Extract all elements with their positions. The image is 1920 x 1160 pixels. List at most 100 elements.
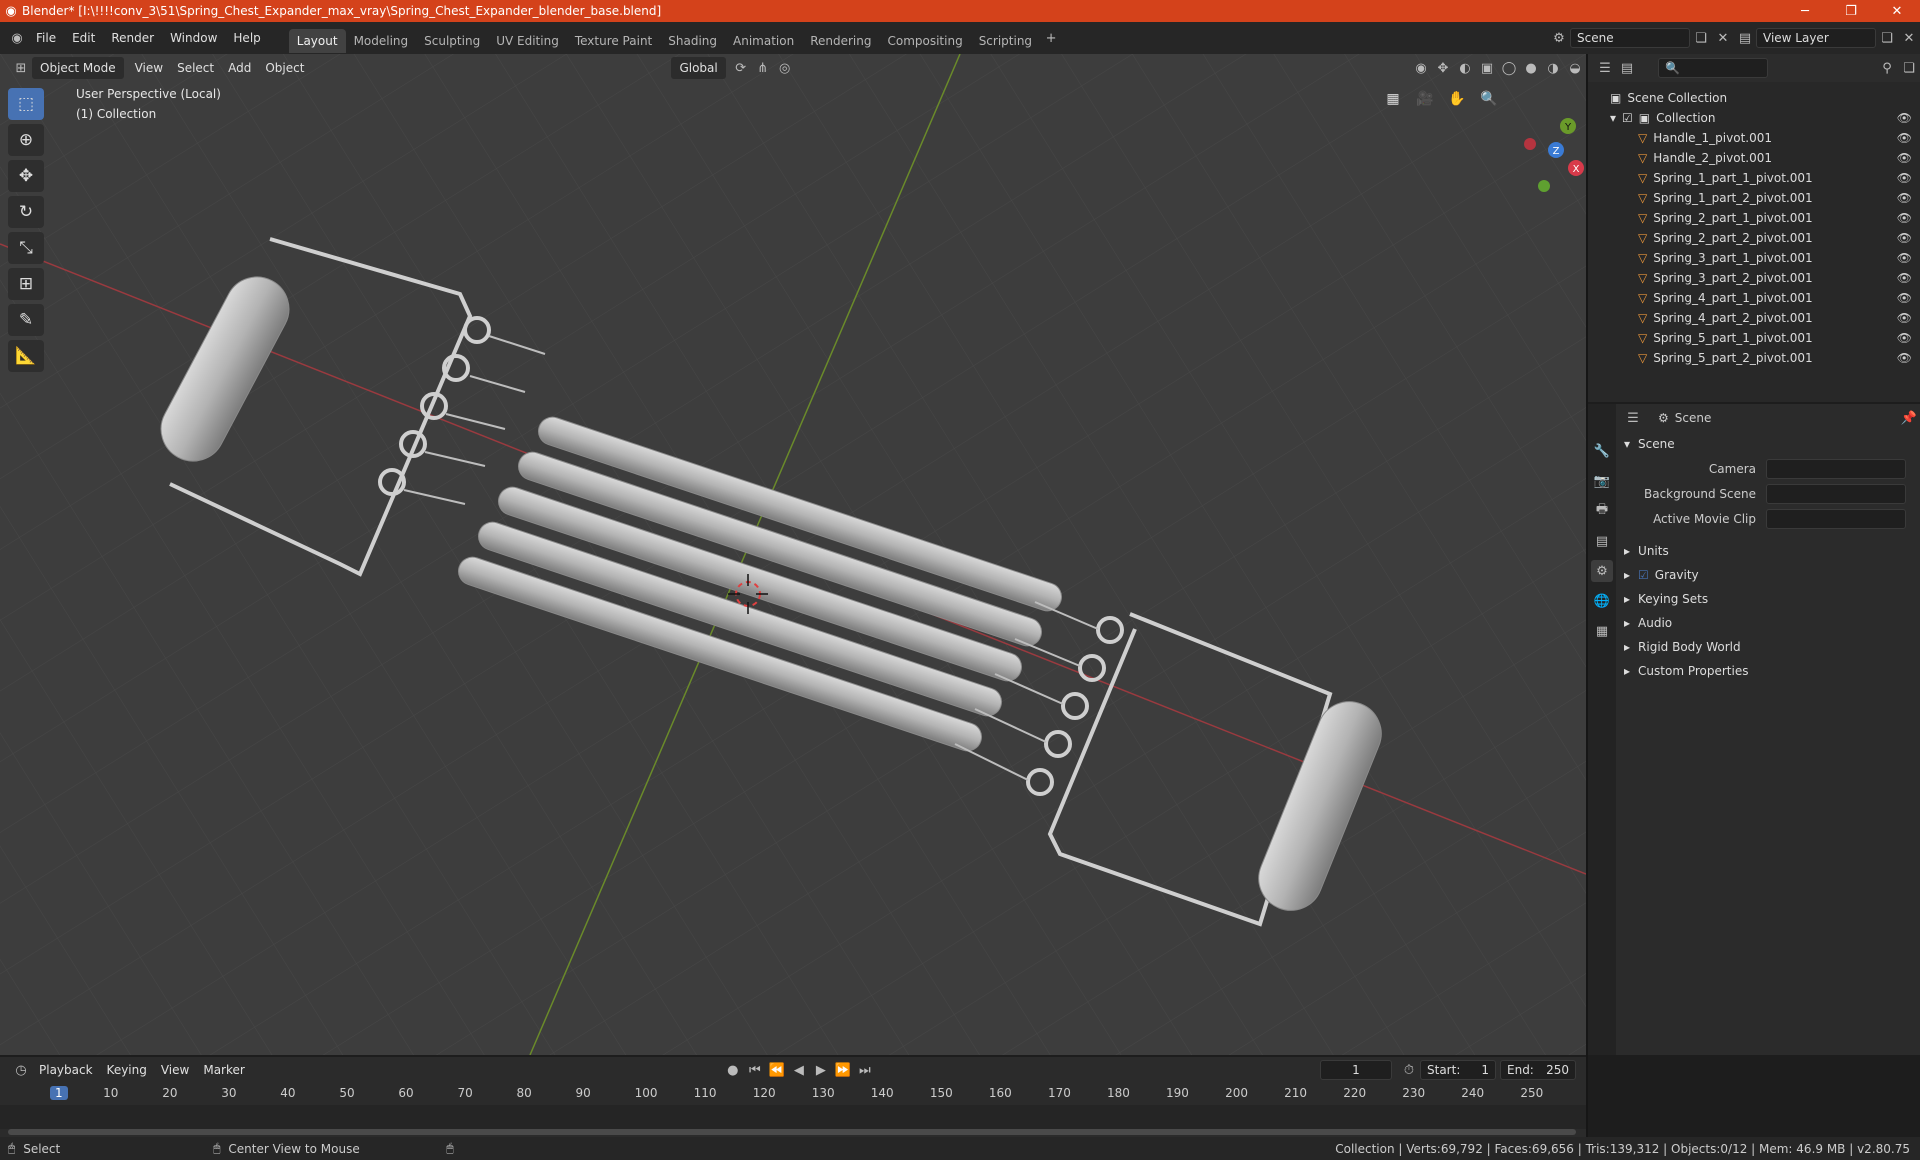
rigid-body-world-panel[interactable]: ▸ Rigid Body World [1616, 635, 1920, 659]
play-icon[interactable]: ▶ [810, 1059, 832, 1081]
eye-icon[interactable]: 👁 [1897, 291, 1912, 305]
close-icon[interactable]: ✕ [1874, 4, 1920, 19]
units-panel[interactable]: ▸ Units [1616, 539, 1920, 563]
zoom-icon[interactable]: 🔍 [1476, 86, 1502, 112]
eye-icon[interactable]: 👁 [1897, 111, 1912, 125]
menu-help[interactable]: Help [225, 22, 268, 54]
prev-keyframe-icon[interactable]: ⏪ [766, 1059, 788, 1081]
eye-icon[interactable]: 👁 [1897, 171, 1912, 185]
overlay-icon[interactable]: ◐ [1454, 57, 1476, 79]
camera-view-icon[interactable]: 🎥 [1412, 86, 1438, 112]
view-layer-tab-icon[interactable]: ▤ [1591, 530, 1613, 552]
menu-view[interactable]: View [128, 57, 170, 79]
tab-uv-editing[interactable]: UV Editing [488, 29, 567, 53]
record-icon[interactable]: ● [722, 1059, 744, 1081]
tab-animation[interactable]: Animation [725, 29, 802, 53]
timeline-track[interactable] [0, 1105, 1586, 1129]
tab-shading[interactable]: Shading [660, 29, 725, 53]
tab-rendering[interactable]: Rendering [802, 29, 879, 53]
view-layer-selector[interactable]: View Layer [1756, 28, 1876, 48]
scene-selector[interactable]: Scene [1570, 28, 1690, 48]
list-item[interactable]: ▽ Spring_2_part_2_pivot.001 👁 [1588, 228, 1920, 248]
menu-edit[interactable]: Edit [64, 22, 103, 54]
tab-texture-paint[interactable]: Texture Paint [567, 29, 660, 53]
pivot-icon[interactable]: ⟳ [730, 57, 752, 79]
new-view-layer-icon[interactable]: ❏ [1876, 27, 1898, 49]
gravity-panel[interactable]: ▸ ☑ Gravity [1616, 563, 1920, 587]
new-collection-icon[interactable]: ❏ [1898, 57, 1920, 79]
custom-properties-panel[interactable]: ▸ Custom Properties [1616, 659, 1920, 683]
list-item[interactable]: ▽ Spring_3_part_2_pivot.001 👁 [1588, 268, 1920, 288]
timeline-scrollbar[interactable] [8, 1129, 1576, 1135]
rotate-tool-icon[interactable]: ↻ [8, 196, 44, 228]
list-item[interactable]: ▽ Spring_5_part_1_pivot.001 👁 [1588, 328, 1920, 348]
mode-selector[interactable]: Object Mode [32, 57, 124, 79]
audio-panel[interactable]: ▸ Audio [1616, 611, 1920, 635]
list-item[interactable]: ▽ Handle_1_pivot.001 👁 [1588, 128, 1920, 148]
cursor-tool-icon[interactable]: ⊕ [8, 124, 44, 156]
tab-compositing[interactable]: Compositing [879, 29, 970, 53]
properties-editor-icon[interactable]: ☰ [1622, 407, 1644, 429]
keying-sets-panel[interactable]: ▸ Keying Sets [1616, 587, 1920, 611]
navigation-gizmo[interactable]: Y Z X [1520, 84, 1586, 224]
tab-layout[interactable]: Layout [288, 29, 346, 53]
editor-type-icon[interactable]: ⊞ [10, 57, 32, 79]
eye-icon[interactable]: 👁 [1897, 231, 1912, 245]
eye-icon[interactable]: 👁 [1897, 151, 1912, 165]
measure-tool-icon[interactable]: 📐 [8, 340, 44, 372]
menu-render[interactable]: Render [103, 22, 162, 54]
current-frame-field[interactable]: 1 [1320, 1060, 1392, 1080]
checkbox-icon[interactable]: ☑ [1622, 111, 1633, 125]
move-tool-icon[interactable]: ✥ [8, 160, 44, 192]
frame-ruler[interactable]: 1 10 20 30 40 50 60 70 80 90 100 110 120 130 140 150 160… [0, 1083, 1586, 1105]
play-reverse-icon[interactable]: ◀ [788, 1059, 810, 1081]
list-item[interactable]: ▽ Spring_5_part_2_pivot.001 👁 [1588, 348, 1920, 368]
next-keyframe-icon[interactable]: ⏩ [832, 1059, 854, 1081]
stopwatch-icon[interactable]: ⏱ [1398, 1059, 1420, 1081]
gravity-checkbox-icon[interactable]: ☑ [1638, 568, 1649, 582]
list-item[interactable]: ▽ Spring_4_part_1_pivot.001 👁 [1588, 288, 1920, 308]
minimize-icon[interactable]: ─ [1782, 4, 1828, 19]
camera-field[interactable] [1766, 458, 1906, 479]
eye-icon[interactable]: 👁 [1897, 251, 1912, 265]
select-box-tool-icon[interactable]: ⬚ [8, 88, 44, 120]
menu-playback[interactable]: Playback [32, 1059, 100, 1081]
add-workspace-icon[interactable]: + [1040, 27, 1062, 49]
eye-icon[interactable]: 👁 [1897, 311, 1912, 325]
scene-section-header[interactable]: ▾ Scene [1616, 432, 1920, 456]
maximize-icon[interactable]: ❐ [1828, 4, 1874, 19]
jump-end-icon[interactable]: ⏭ [854, 1059, 876, 1081]
timeline-editor-icon[interactable]: ◷ [10, 1059, 32, 1081]
list-item[interactable]: ▽ Spring_2_part_1_pivot.001 👁 [1588, 208, 1920, 228]
visibility-icon[interactable]: ◉ [1410, 57, 1432, 79]
3d-viewport[interactable]: ⊞ Object Mode View Select Add Object Glo… [0, 54, 1586, 1055]
scene-icon[interactable]: ⚙ [1548, 27, 1570, 49]
pan-hand-icon[interactable]: ✋ [1444, 86, 1470, 112]
gizmo-icon[interactable]: ✥ [1432, 57, 1454, 79]
pin-icon[interactable]: 📌 [1898, 407, 1920, 429]
eye-icon[interactable]: 👁 [1897, 271, 1912, 285]
snap-icon[interactable]: ⋔ [752, 57, 774, 79]
render-tab-icon[interactable]: 📷 [1591, 470, 1613, 492]
output-tab-icon[interactable]: 🖶 [1591, 500, 1613, 522]
menu-keying[interactable]: Keying [100, 1059, 154, 1081]
eye-icon[interactable]: 👁 [1897, 351, 1912, 365]
list-item[interactable]: ▽ Spring_1_part_2_pivot.001 👁 [1588, 188, 1920, 208]
menu-select[interactable]: Select [170, 57, 221, 79]
eye-icon[interactable]: 👁 [1897, 131, 1912, 145]
solid-shading-icon[interactable]: ● [1520, 57, 1542, 79]
display-mode-icon[interactable]: ▤ [1616, 57, 1638, 79]
eye-icon[interactable]: 👁 [1897, 191, 1912, 205]
scale-tool-icon[interactable]: ⤡ [8, 232, 44, 264]
active-movie-clip-field[interactable] [1766, 508, 1906, 529]
outliner-editor-icon[interactable]: ☰ [1594, 57, 1616, 79]
annotate-tool-icon[interactable]: ✎ [8, 304, 44, 336]
rendered-shading-icon[interactable]: ◒ [1564, 57, 1586, 79]
tab-modeling[interactable]: Modeling [346, 29, 417, 53]
blender-menu-icon[interactable]: ◉ [6, 27, 28, 49]
texture-tab-icon[interactable]: ▦ [1591, 620, 1613, 642]
tab-sculpting[interactable]: Sculpting [416, 29, 488, 53]
tool-tab-icon[interactable]: 🔧 [1591, 440, 1613, 462]
list-item[interactable]: ▽ Spring_4_part_2_pivot.001 👁 [1588, 308, 1920, 328]
eye-icon[interactable]: 👁 [1897, 331, 1912, 345]
